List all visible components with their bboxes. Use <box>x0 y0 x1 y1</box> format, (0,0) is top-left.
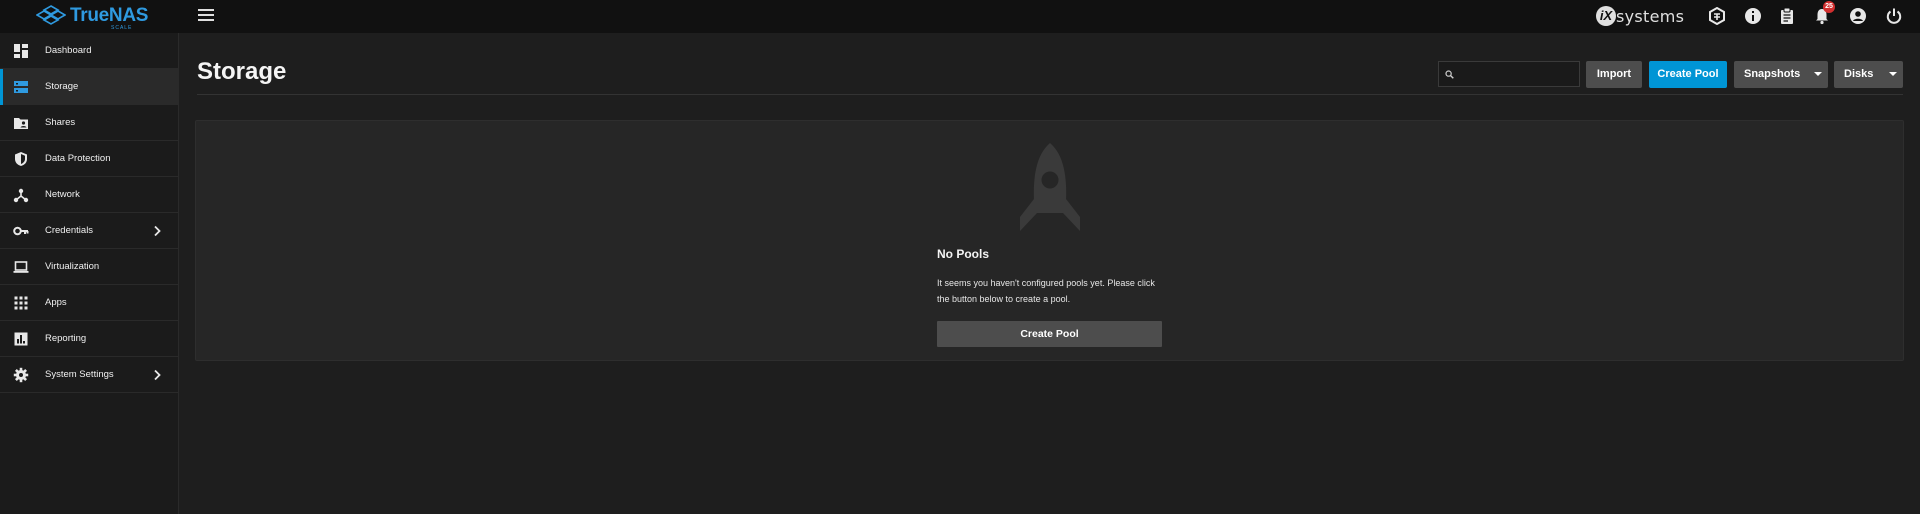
chevron-right-icon <box>154 369 161 381</box>
bell-icon[interactable]: 25 <box>1813 1 1835 25</box>
brand-name: TrueNAS <box>70 5 149 26</box>
search-field[interactable] <box>1438 61 1580 87</box>
sidebar-item-network[interactable]: Network <box>0 177 179 213</box>
snapshots-label: Snapshots <box>1744 68 1801 80</box>
create-pool-button[interactable]: Create Pool <box>1649 61 1727 88</box>
storage-icon <box>14 81 28 93</box>
disks-menu-button[interactable]: Disks <box>1834 61 1903 88</box>
info-icon[interactable] <box>1744 7 1762 25</box>
sidebar-item-label: Virtualization <box>45 261 100 272</box>
ix-mark: iX <box>1596 6 1616 26</box>
caret-down-icon <box>1814 72 1822 76</box>
truenas-logo-icon <box>36 5 66 25</box>
sidebar-item-system-settings[interactable]: System Settings <box>0 357 179 393</box>
sidebar-item-credentials[interactable]: Credentials <box>0 213 179 249</box>
truenas-logo[interactable]: TrueNAS SCALE <box>36 4 149 31</box>
disks-label: Disks <box>1844 68 1874 80</box>
page-title: Storage <box>197 58 287 85</box>
sidebar-item-label: Apps <box>45 297 67 308</box>
chevron-right-icon <box>154 225 161 237</box>
vendor-name: systems <box>1616 7 1685 26</box>
empty-state-create-pool-button[interactable]: Create Pool <box>937 321 1162 347</box>
laptop-icon <box>13 261 29 273</box>
sidebar-item-storage[interactable]: Storage <box>0 69 179 105</box>
sidebar: Dashboard Storage Shares Data Protection… <box>0 33 179 514</box>
top-bar: TrueNAS SCALE iX systems 25 <box>0 0 1920 33</box>
network-icon <box>13 188 29 203</box>
sidebar-item-label: Data Protection <box>45 153 111 164</box>
search-icon <box>1445 70 1454 79</box>
sidebar-item-label: System Settings <box>45 369 114 380</box>
sidebar-item-label: Dashboard <box>45 45 92 56</box>
menu-toggle-icon[interactable] <box>198 9 214 23</box>
sidebar-item-label: Shares <box>45 117 76 128</box>
account-circle-icon[interactable] <box>1849 7 1867 25</box>
rocket-icon <box>1020 143 1080 231</box>
sidebar-item-shares[interactable]: Shares <box>0 105 179 141</box>
chart-icon <box>14 332 28 346</box>
sidebar-item-label: Credentials <box>45 225 94 236</box>
empty-state-title: No Pools <box>937 247 990 261</box>
sidebar-item-label: Storage <box>45 81 79 92</box>
sidebar-item-reporting[interactable]: Reporting <box>0 321 179 357</box>
empty-state-message: It seems you haven't configured pools ye… <box>937 278 1155 304</box>
sidebar-item-dashboard[interactable]: Dashboard <box>0 33 179 69</box>
import-button[interactable]: Import <box>1586 61 1642 88</box>
shield-icon <box>15 152 27 166</box>
sidebar-item-data-protection[interactable]: Data Protection <box>0 141 179 177</box>
truecommand-icon[interactable] <box>1708 6 1726 26</box>
snapshots-menu-button[interactable]: Snapshots <box>1734 61 1828 88</box>
dashboard-icon <box>14 44 28 58</box>
brand-edition: SCALE <box>111 25 133 31</box>
sidebar-item-apps[interactable]: Apps <box>0 285 179 321</box>
sidebar-item-label: Network <box>45 189 80 200</box>
apps-grid-icon <box>14 296 28 310</box>
power-icon[interactable] <box>1885 7 1903 25</box>
search-input[interactable] <box>1459 64 1575 84</box>
gear-icon <box>13 367 29 383</box>
key-icon <box>13 226 29 236</box>
caret-down-icon <box>1889 72 1897 76</box>
notification-badge: 25 <box>1823 1 1835 13</box>
clipboard-icon[interactable] <box>1778 7 1796 25</box>
sidebar-item-label: Reporting <box>45 333 87 344</box>
folder-shared-icon <box>14 118 28 129</box>
title-divider <box>197 94 1903 95</box>
sidebar-item-virtualization[interactable]: Virtualization <box>0 249 179 285</box>
